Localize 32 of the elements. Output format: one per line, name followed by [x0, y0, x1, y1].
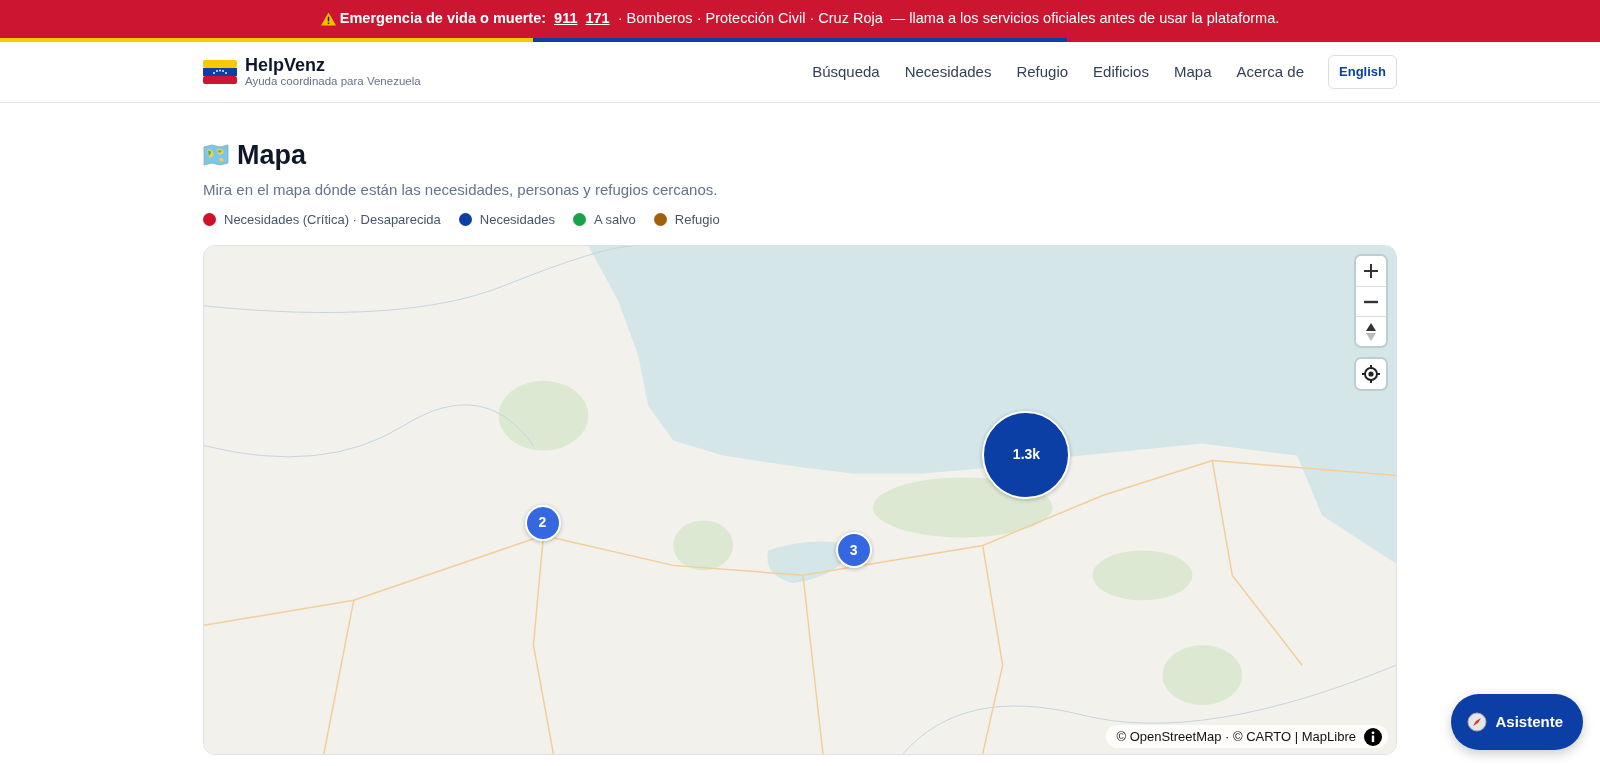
minus-icon [1364, 299, 1378, 304]
nav-link[interactable]: Mapa [1173, 60, 1212, 84]
emergency-label: Emergencia de vida o muerte: [339, 9, 547, 29]
page-title: Mapa [237, 139, 307, 172]
info-icon[interactable] [1364, 727, 1382, 746]
crosshair-icon [1362, 365, 1380, 384]
plus-icon [1364, 264, 1378, 279]
legend-label: A salvo [593, 210, 636, 229]
alert-note: — llama a los servicios oficiales antes de usar la plataforma. [890, 9, 1280, 29]
language-button[interactable]: English [1328, 55, 1397, 89]
nav-link[interactable]: Necesidades [904, 60, 992, 84]
warning-icon [320, 12, 336, 26]
nav-link[interactable]: Refugio [1016, 60, 1069, 84]
map-attribution: © OpenStreetMap · © CARTO | MapLibre [1116, 727, 1356, 746]
nav-link[interactable]: Acerca de [1236, 60, 1305, 84]
compass-icon [1467, 712, 1488, 732]
nav-link[interactable]: Búsqueda [812, 60, 880, 84]
assistant-button[interactable]: Asistente [1451, 694, 1583, 750]
page-subtitle: Mira en el mapa dónde están las necesidades, personas y refugios cercanos. [203, 180, 719, 201]
flag-icon [203, 60, 237, 84]
compass-arrows-icon [1366, 322, 1376, 341]
phone-link[interactable]: 171 [585, 8, 610, 30]
legend-label: Necesidades [479, 210, 555, 229]
brand-name: HelpVenz [245, 56, 327, 76]
phone-link[interactable]: 911 [554, 8, 578, 30]
legend-label: Necesidades (Crítica) · Desaparecida [224, 210, 441, 229]
brand-tagline: Ayuda coordinada para Venezuela [245, 75, 421, 88]
map-panel[interactable]: 2 3 1.3k © OpenStreetMap · © CARTO | MapLibre [203, 245, 1397, 756]
legend-label: Refugio [674, 210, 720, 229]
nav-link[interactable]: Edificios [1093, 60, 1149, 84]
services-text: · Bomberos · Protección Civil · Cruz Roja [617, 9, 883, 29]
map-icon [203, 144, 229, 167]
